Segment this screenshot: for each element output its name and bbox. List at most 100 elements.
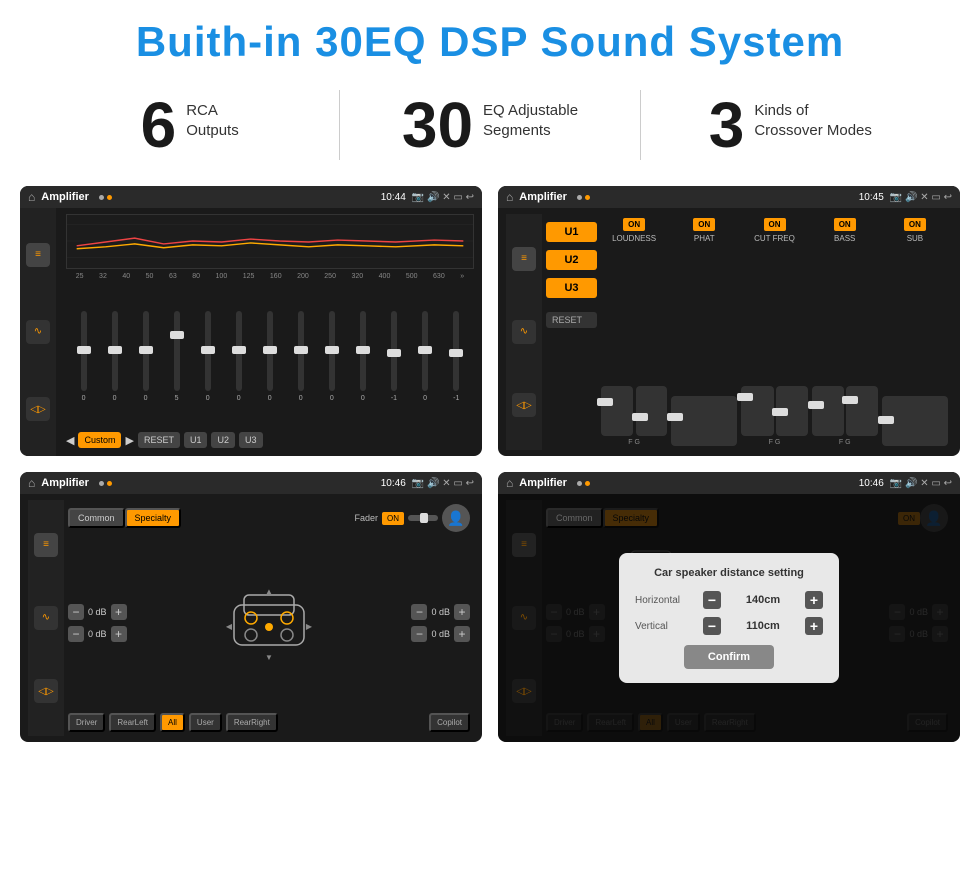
cutfreq-track-1[interactable] <box>741 386 773 436</box>
u1-button[interactable]: U1 <box>546 222 597 242</box>
slider-track-10[interactable] <box>391 311 397 391</box>
vertical-minus-btn[interactable]: − <box>703 617 721 635</box>
eq-icon-speaker[interactable]: ◁▷ <box>26 397 50 421</box>
slider-track-12[interactable] <box>453 311 459 391</box>
db-minus-4[interactable]: − <box>411 626 427 642</box>
eq-icon-active[interactable]: ≡ <box>26 243 50 267</box>
slider-track-6[interactable] <box>267 311 273 391</box>
amp2-reset-button[interactable]: RESET <box>546 312 597 328</box>
db-plus-4[interactable]: + <box>454 626 470 642</box>
amp2-icon-speaker[interactable]: ◁▷ <box>512 393 536 417</box>
fader-on-btn[interactable]: ON <box>382 512 404 525</box>
slider-track-0[interactable] <box>81 311 87 391</box>
horizontal-plus-btn[interactable]: + <box>805 591 823 609</box>
cutfreq-on-btn[interactable]: ON <box>764 218 786 231</box>
amp2-layout: U1 U2 U3 RESET ON LOUDNESS <box>546 218 948 446</box>
eq-preset-custom[interactable]: Custom <box>78 432 121 448</box>
btn-driver[interactable]: Driver <box>68 713 105 732</box>
slider-thumb-10[interactable] <box>387 349 401 357</box>
eq-preset-u2[interactable]: U2 <box>211 432 235 448</box>
slider-track-7[interactable] <box>298 311 304 391</box>
sub-track[interactable] <box>882 396 948 446</box>
db-minus-2[interactable]: − <box>68 626 84 642</box>
slider-thumb-11[interactable] <box>418 346 432 354</box>
phat-track[interactable] <box>671 396 737 446</box>
db-minus-1[interactable]: − <box>68 604 84 620</box>
eq-icon-wave[interactable]: ∿ <box>26 320 50 344</box>
fader-track[interactable] <box>408 515 438 521</box>
amp2-icon-active[interactable]: ≡ <box>512 247 536 271</box>
u2-button[interactable]: U2 <box>546 250 597 270</box>
btn-copilot[interactable]: Copilot <box>429 713 470 732</box>
eq-slider-7: 0 <box>298 311 304 402</box>
slider-thumb-7[interactable] <box>294 346 308 354</box>
cutfreq-thumb-1[interactable] <box>737 393 753 401</box>
eq-preset-u1[interactable]: U1 <box>184 432 208 448</box>
phat-thumb[interactable] <box>667 413 683 421</box>
db-plus-1[interactable]: + <box>111 604 127 620</box>
slider-thumb-8[interactable] <box>325 346 339 354</box>
play-icon[interactable]: ▶ <box>125 434 133 447</box>
loudness-thumb-1[interactable] <box>597 398 613 406</box>
bass-on-btn[interactable]: ON <box>834 218 856 231</box>
slider-track-4[interactable] <box>205 311 211 391</box>
loudness-track-2[interactable] <box>636 386 668 436</box>
tab-common[interactable]: Common <box>68 508 125 528</box>
sub-on-btn[interactable]: ON <box>904 218 926 231</box>
slider-thumb-12[interactable] <box>449 349 463 357</box>
common-icon-eq[interactable]: ≡ <box>34 533 58 557</box>
slider-thumb-5[interactable] <box>232 346 246 354</box>
slider-thumb-6[interactable] <box>263 346 277 354</box>
sub-thumb[interactable] <box>878 416 894 424</box>
common-icon-speaker[interactable]: ◁▷ <box>34 679 58 703</box>
slider-track-5[interactable] <box>236 311 242 391</box>
loudness-track-1[interactable] <box>601 386 633 436</box>
bass-thumb-1[interactable] <box>808 401 824 409</box>
cutfreq-thumb-2[interactable] <box>772 408 788 416</box>
confirm-button[interactable]: Confirm <box>684 645 774 669</box>
dialog-horizontal-row: Horizontal − 140cm + <box>635 591 823 609</box>
app-name-2: Amplifier <box>519 191 567 203</box>
btn-rear-right[interactable]: RearRight <box>226 713 278 732</box>
bass-track-1[interactable] <box>812 386 844 436</box>
slider-thumb-2[interactable] <box>139 346 153 354</box>
slider-track-2[interactable] <box>143 311 149 391</box>
stat-rca: 6 RCAOutputs <box>60 93 319 157</box>
db-minus-3[interactable]: − <box>411 604 427 620</box>
slider-track-3[interactable] <box>174 311 180 391</box>
tab-specialty[interactable]: Specialty <box>125 508 182 528</box>
prev-icon[interactable]: ◀ <box>66 434 74 447</box>
slider-thumb-4[interactable] <box>201 346 215 354</box>
btn-all[interactable]: All <box>160 713 185 732</box>
slider-track-11[interactable] <box>422 311 428 391</box>
db-plus-3[interactable]: + <box>454 604 470 620</box>
freq-50: 50 <box>146 273 154 280</box>
vertical-plus-btn[interactable]: + <box>805 617 823 635</box>
slider-thumb-3[interactable] <box>170 331 184 339</box>
bass-thumb-2[interactable] <box>842 396 858 404</box>
db-val-3: 0 dB <box>431 607 450 617</box>
slider-thumb-0[interactable] <box>77 346 91 354</box>
slider-thumb-1[interactable] <box>108 346 122 354</box>
fader-thumb[interactable] <box>420 513 428 523</box>
slider-track-1[interactable] <box>112 311 118 391</box>
horizontal-minus-btn[interactable]: − <box>703 591 721 609</box>
bass-track-2[interactable] <box>846 386 878 436</box>
right-db-controls: − 0 dB + − 0 dB + <box>411 538 470 707</box>
phat-on-btn[interactable]: ON <box>693 218 715 231</box>
slider-track-8[interactable] <box>329 311 335 391</box>
u3-button[interactable]: U3 <box>546 278 597 298</box>
amp2-icon-wave[interactable]: ∿ <box>512 320 536 344</box>
eq-graph <box>66 214 474 269</box>
eq-preset-reset[interactable]: RESET <box>138 432 180 448</box>
loudness-on-btn[interactable]: ON <box>623 218 645 231</box>
btn-rear-left[interactable]: RearLeft <box>109 713 156 732</box>
cutfreq-track-2[interactable] <box>776 386 808 436</box>
common-icon-wave[interactable]: ∿ <box>34 606 58 630</box>
db-plus-2[interactable]: + <box>111 626 127 642</box>
loudness-thumb-2[interactable] <box>632 413 648 421</box>
eq-preset-u3[interactable]: U3 <box>239 432 263 448</box>
slider-track-9[interactable] <box>360 311 366 391</box>
btn-user[interactable]: User <box>189 713 222 732</box>
slider-thumb-9[interactable] <box>356 346 370 354</box>
